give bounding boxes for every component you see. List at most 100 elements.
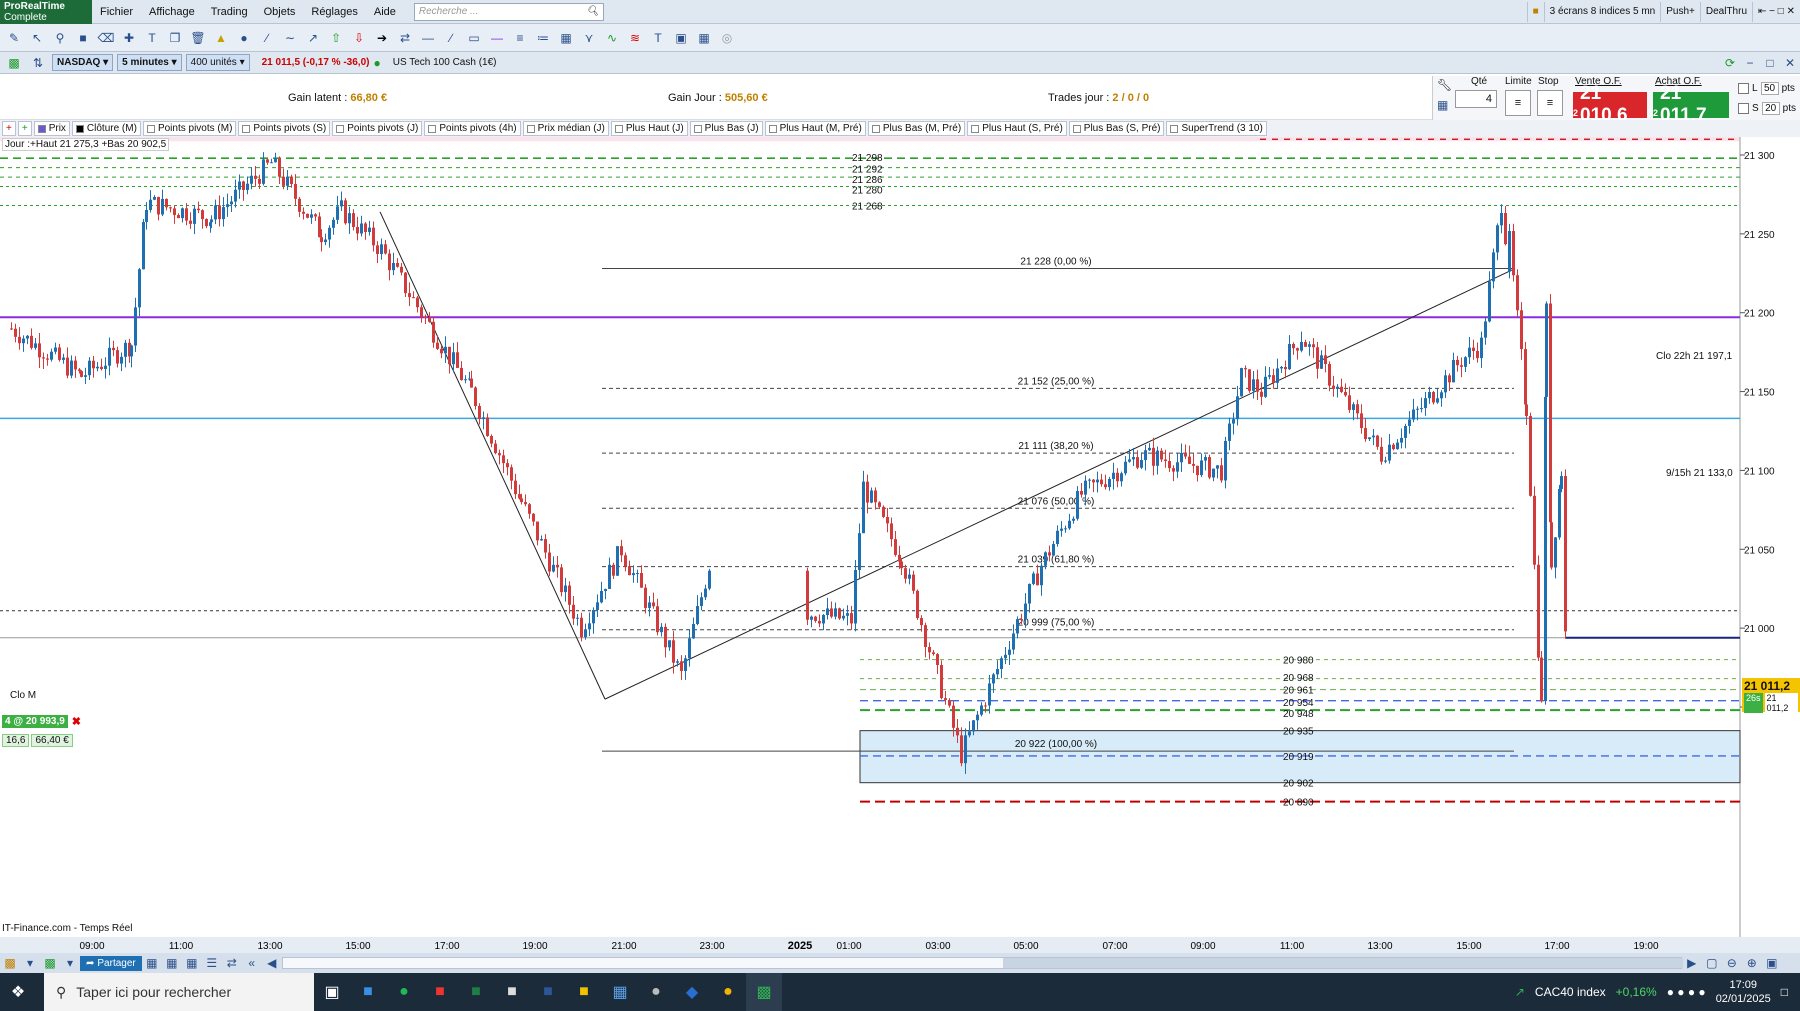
price-chart[interactable]: 21 300 21 250 21 200 21 150 21 100 21 050 21 0… [0, 137, 1800, 937]
wave-icon[interactable]: ∿ [602, 28, 622, 48]
indicator-prix[interactable]: Prix [33, 121, 70, 136]
grid2-icon[interactable]: ▦ [182, 953, 202, 973]
calculator-icon[interactable]: ▦ [602, 973, 638, 1011]
ig-icon[interactable]: ■ [422, 973, 458, 1011]
close-icon[interactable]: ✕ [1780, 53, 1800, 73]
zoom-fit-icon[interactable]: ▢ [1702, 953, 1722, 973]
diagonal-line-icon[interactable]: ∕ [441, 28, 461, 48]
export-icon[interactable]: ⇄ [222, 953, 242, 973]
taskbar-search[interactable]: ⚲ Taper ici pour rechercher [44, 973, 314, 1011]
app-icon[interactable]: ● [638, 973, 674, 1011]
search-icon[interactable]: 🔍︎ [586, 6, 599, 17]
chart-canvas[interactable]: 21 300 21 250 21 200 21 150 21 100 21 050 21 0… [0, 137, 1800, 937]
clock[interactable]: 17:09 02/01/2025 [1716, 978, 1771, 1006]
arrow-right-icon[interactable]: ➔ [372, 28, 392, 48]
lock-icon[interactable]: ● [234, 28, 254, 48]
task-view-icon[interactable]: ▣ [314, 973, 350, 1011]
eraser-icon[interactable]: ⌫ [96, 28, 116, 48]
search-input[interactable]: Recherche ... 🔍︎ [413, 2, 604, 21]
tray-icons[interactable]: ● ● ● ● [1667, 985, 1706, 999]
s-input[interactable]: 20 [1761, 102, 1780, 115]
indicator-cloture[interactable]: Clôture (M) [71, 121, 141, 136]
instrument-select[interactable]: NASDAQ ▾ [52, 54, 114, 71]
menu-aide[interactable]: Aide [366, 6, 404, 18]
ray-icon[interactable]: ↗ [303, 28, 323, 48]
link-icon[interactable]: ⇅ [28, 53, 48, 73]
calculator-icon[interactable]: ▦ [1437, 98, 1448, 112]
push-button[interactable]: Push+ [1660, 1, 1700, 22]
zigzag-icon[interactable]: ≋ [625, 28, 645, 48]
limit-checkbox[interactable] [1738, 83, 1749, 94]
spotify-icon[interactable]: ● [386, 973, 422, 1011]
indicator-settings-icon[interactable]: + [17, 121, 32, 136]
minimize-icon[interactable]: − [1740, 53, 1760, 73]
indicator-plus-haut-m[interactable]: Plus Haut (M, Pré) [764, 121, 866, 136]
timeframe-select[interactable]: 5 minutes ▾ [117, 54, 182, 71]
indicator-prix-median[interactable]: Prix médian (J) [522, 121, 609, 136]
store-icon[interactable]: ■ [350, 973, 386, 1011]
zoom-out-icon[interactable]: ⊖ [1722, 953, 1742, 973]
arrow-down-icon[interactable]: ⇩ [349, 28, 369, 48]
wrench-icon[interactable]: 🔧︎ [1437, 78, 1452, 92]
notifications-icon[interactable]: □ [1781, 985, 1788, 999]
pitchfork-icon[interactable]: ⋎ [579, 28, 599, 48]
windows-start-icon[interactable]: ❖ [0, 973, 36, 1011]
window-icon[interactable]: ▣ [1762, 953, 1782, 973]
list-icon[interactable]: ☰ [202, 953, 222, 973]
chart-type-icon[interactable]: ▩ [4, 53, 24, 73]
close-position-icon[interactable]: ✖ [72, 715, 81, 728]
scrollbar-thumb[interactable] [1002, 958, 1683, 968]
calendar-icon[interactable]: ▦ [162, 953, 182, 973]
sell-button[interactable]: 2 21 010,6 [1573, 83, 1647, 126]
candles-icon[interactable]: ▩ [40, 953, 60, 973]
stop-checkbox[interactable] [1738, 103, 1749, 114]
trash-icon[interactable]: 🗑︎ [188, 28, 208, 48]
horizontal-scrollbar[interactable] [281, 957, 1683, 969]
target-icon[interactable]: ◎ [717, 28, 737, 48]
line-icon[interactable]: ∕ [257, 28, 277, 48]
layout-icon[interactable]: ■ [1526, 1, 1544, 22]
horizontal-line-icon[interactable]: — [418, 28, 438, 48]
indicator-pp-s[interactable]: Points pivots (S) [238, 121, 331, 136]
menu-affichage[interactable]: Affichage [141, 6, 203, 18]
refresh-icon[interactable]: ⟳ [1720, 53, 1740, 73]
table-icon[interactable]: ▦ [142, 953, 162, 973]
bell-icon[interactable]: ▲ [211, 28, 231, 48]
indicator-pp-j[interactable]: Points pivots (J) [332, 121, 423, 136]
ruler-icon[interactable]: ■ [73, 28, 93, 48]
indicator-pp-4h[interactable]: Points pivots (4h) [424, 121, 521, 136]
files-icon[interactable]: ■ [494, 973, 530, 1011]
text-box-icon[interactable]: T [648, 28, 668, 48]
channel-icon[interactable]: ⇄ [395, 28, 415, 48]
indicator-plus-haut-s[interactable]: Plus Haut (S, Pré) [967, 121, 1067, 136]
down2-icon[interactable]: ▾ [60, 953, 80, 973]
menu-trading[interactable]: Trading [203, 6, 256, 18]
gann-icon[interactable]: ▦ [556, 28, 576, 48]
word-icon[interactable]: ■ [530, 973, 566, 1011]
indicator-plus-bas-m[interactable]: Plus Bas (M, Pré) [867, 121, 966, 136]
cursor-icon[interactable]: ↖ [27, 28, 47, 48]
chart-icon[interactable]: ▩ [0, 953, 20, 973]
down-icon[interactable]: ▾ [20, 953, 40, 973]
pencil-icon[interactable]: ✎ [4, 28, 24, 48]
explorer-icon[interactable]: ■ [566, 973, 602, 1011]
indicator-plus-bas-j[interactable]: Plus Bas (J) [689, 121, 763, 136]
arrow-up-icon[interactable]: ⇧ [326, 28, 346, 48]
l-input[interactable]: 50 [1760, 82, 1779, 95]
scroll-prev-icon[interactable]: ◀ [262, 953, 282, 973]
maximize-icon[interactable]: □ [1760, 53, 1780, 73]
copy-icon[interactable]: ❐ [165, 28, 185, 48]
buy-button[interactable]: 2 21 011,7 [1653, 83, 1729, 126]
indicator-pp-m[interactable]: Points pivots (M) [142, 121, 237, 136]
fibo-icon[interactable]: ≡ [510, 28, 530, 48]
rectangle-icon[interactable]: ▭ [464, 28, 484, 48]
zoom-icon[interactable]: ⚲ [50, 28, 70, 48]
menu-reglages[interactable]: Réglages [303, 6, 365, 18]
layout-button[interactable]: 3 écrans 8 indices 5 mn [1543, 1, 1661, 22]
menu-objets[interactable]: Objets [256, 6, 304, 18]
text-icon[interactable]: T [142, 28, 162, 48]
add-indicator-icon[interactable]: + [2, 121, 16, 136]
position-badge[interactable]: 4 @ 20 993,9 ✖ [2, 715, 81, 728]
zoom-in-icon[interactable]: ⊕ [1742, 953, 1762, 973]
segment-icon[interactable]: ∼ [280, 28, 300, 48]
